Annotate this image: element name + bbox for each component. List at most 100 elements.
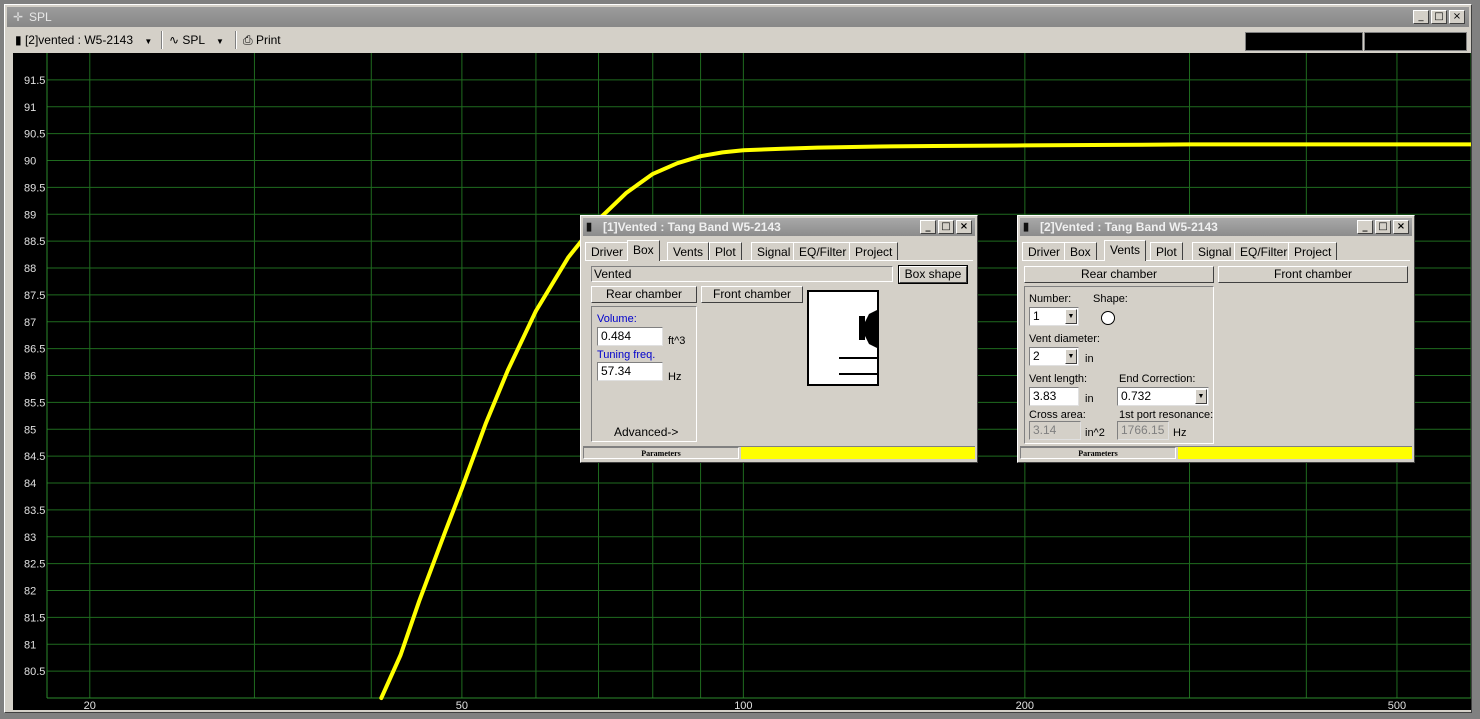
vent-length-unit: in — [1085, 393, 1094, 405]
front-chamber-button[interactable]: Front chamber — [701, 286, 803, 303]
crosshair-icon: ✛ — [13, 10, 24, 24]
close-button[interactable]: × — [1393, 220, 1409, 234]
port-resonance-unit: Hz — [1173, 427, 1187, 439]
box-shape-picture — [807, 290, 879, 386]
maximize-button[interactable]: □ — [1375, 220, 1391, 234]
minimize-button[interactable]: _ — [1357, 220, 1373, 234]
advanced-link[interactable]: Advanced-> — [614, 425, 678, 439]
number-label: Number: — [1029, 293, 1072, 305]
rear-chamber-button[interactable]: Rear chamber — [591, 286, 697, 303]
maximize-button[interactable]: □ — [1431, 10, 1447, 24]
box-window-statusbar: Parameters — [583, 446, 975, 460]
cross-area-unit: in^2 — [1085, 427, 1105, 439]
y-tick-label: 89.5 — [24, 182, 45, 194]
chevron-down-icon: ▼ — [216, 37, 224, 46]
minimize-button[interactable]: _ — [1413, 10, 1429, 24]
tab-vents[interactable]: Vents — [1104, 240, 1147, 261]
end-correction-label: End Correction: — [1119, 373, 1196, 385]
vent-length-input[interactable]: 3.83 — [1029, 387, 1079, 406]
number-combo[interactable]: 1 ▼ — [1029, 307, 1079, 326]
volume-input[interactable]: 0.484 — [597, 327, 663, 346]
box-shape-button[interactable]: Box shape — [898, 265, 968, 284]
parameters-status: Parameters — [583, 447, 739, 459]
y-tick-label: 91.5 — [24, 75, 45, 87]
readout-box-2 — [1364, 32, 1467, 51]
round-vent-shape-icon[interactable] — [1101, 311, 1115, 325]
plot-select-value: SPL — [182, 33, 205, 47]
print-label: Print — [255, 33, 281, 47]
close-button[interactable]: × — [1449, 10, 1465, 24]
tuning-freq-label: Tuning freq. — [597, 349, 656, 361]
y-tick-label: 89 — [24, 209, 36, 221]
tab-project[interactable]: Project — [1288, 242, 1338, 260]
vents-window-controls: _ □ × — [1357, 220, 1409, 234]
print-button[interactable]: ⎙ Print — [243, 31, 281, 49]
y-tick-label: 80.5 — [24, 666, 45, 678]
tab-eq-filter[interactable]: EQ/Filter — [1234, 242, 1294, 260]
tab-box[interactable]: Box — [1064, 242, 1097, 260]
spl-titlebar[interactable]: ✛ SPL _ □ × — [7, 7, 1469, 27]
box-speaker-diagram — [839, 310, 877, 375]
wave-icon: ∿ — [169, 33, 180, 47]
speaker-icon: ▮ — [15, 33, 22, 47]
project-select-value: [2]vented : W5-2143 — [24, 33, 134, 47]
speaker-icon: ▮ — [1023, 221, 1030, 233]
box-window-controls: _ □ × — [920, 220, 972, 234]
end-correction-combo[interactable]: 0.732 ▼ — [1117, 387, 1209, 406]
y-tick-label: 87 — [24, 317, 36, 329]
cross-area-label: Cross area: — [1029, 409, 1086, 421]
y-tick-label: 90.5 — [24, 129, 45, 141]
vent-diameter-label: Vent diameter: — [1029, 333, 1100, 345]
vents-window-title: [2]Vented : Tang Band W5-2143 — [1040, 220, 1218, 234]
tab-driver[interactable]: Driver — [585, 242, 629, 260]
close-button[interactable]: × — [956, 220, 972, 234]
end-correction-value: 0.732 — [1121, 389, 1152, 403]
tab-driver[interactable]: Driver — [1022, 242, 1066, 260]
speaker-icon: ▮ — [586, 221, 593, 233]
tab-signal[interactable]: Signal — [1192, 242, 1238, 260]
front-chamber-button[interactable]: Front chamber — [1218, 266, 1408, 283]
x-tick-label: 100 — [734, 700, 752, 710]
tab-vents[interactable]: Vents — [667, 242, 710, 260]
rear-chamber-group: Volume: 0.484 ft^3 Tuning freq. 57.34 Hz… — [591, 306, 697, 442]
box-window-titlebar[interactable]: ▮ [1]Vented : Tang Band W5-2143 _ □ × — [583, 218, 975, 236]
chevron-down-icon[interactable]: ▼ — [1195, 389, 1207, 404]
vents-params-group: Number: 1 ▼ Shape: Vent diameter: 2 ▼ in… — [1024, 286, 1214, 444]
chevron-down-icon[interactable]: ▼ — [1065, 349, 1077, 364]
project-select[interactable]: ▮ [2]vented : W5-2143 ▼ — [15, 31, 152, 49]
tab-box[interactable]: Box — [627, 240, 660, 261]
y-tick-label: 87.5 — [24, 290, 45, 302]
printer-icon: ⎙ — [243, 33, 253, 47]
rear-chamber-button[interactable]: Rear chamber — [1024, 266, 1214, 283]
y-tick-label: 91 — [24, 102, 36, 114]
x-tick-label: 200 — [1016, 700, 1034, 710]
vents-window-titlebar[interactable]: ▮ [2]Vented : Tang Band W5-2143 _ □ × — [1020, 218, 1412, 236]
box-type-field: Vented — [591, 266, 893, 282]
tab-plot[interactable]: Plot — [709, 242, 742, 260]
volume-unit: ft^3 — [668, 335, 686, 347]
y-tick-label: 90 — [24, 156, 36, 168]
port-resonance-input: 1766.15 — [1117, 421, 1169, 440]
plot-select[interactable]: ∿ SPL ▼ — [169, 31, 224, 49]
y-tick-label: 85 — [24, 424, 36, 436]
number-value: 1 — [1033, 309, 1040, 323]
vent-diameter-combo[interactable]: 2 ▼ — [1029, 347, 1079, 366]
tuning-freq-input[interactable]: 57.34 — [597, 362, 663, 381]
vent-length-label: Vent length: — [1029, 373, 1088, 385]
tab-project[interactable]: Project — [849, 242, 899, 260]
tuning-freq-unit: Hz — [668, 371, 682, 383]
shape-label: Shape: — [1093, 293, 1128, 305]
minimize-button[interactable]: _ — [920, 220, 936, 234]
y-tick-label: 88 — [24, 263, 36, 275]
maximize-button[interactable]: □ — [938, 220, 954, 234]
port-resonance-label: 1st port resonance: — [1119, 409, 1214, 421]
parameters-status: Parameters — [1020, 447, 1176, 459]
tab-plot[interactable]: Plot — [1150, 242, 1183, 260]
box-window-tabs: Driver Box Vents Plot Signal EQ/Filter P… — [585, 240, 973, 261]
tab-signal[interactable]: Signal — [751, 242, 797, 260]
chevron-down-icon[interactable]: ▼ — [1065, 309, 1077, 324]
toolbar-separator — [235, 31, 237, 49]
tab-eq-filter[interactable]: EQ/Filter — [793, 242, 853, 260]
vent-diameter-value: 2 — [1033, 349, 1040, 363]
cross-area-input: 3.14 — [1029, 421, 1081, 440]
